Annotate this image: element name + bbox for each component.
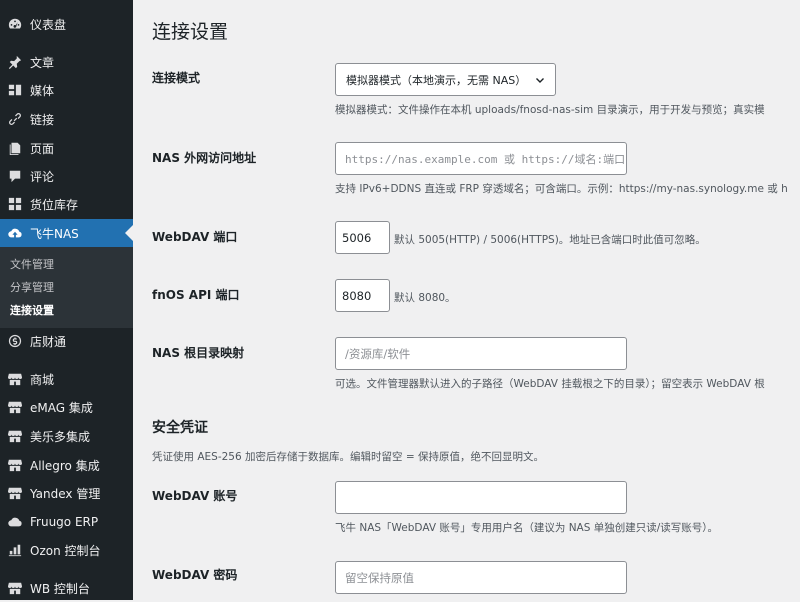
sidebar-item-shop[interactable]: 商城 bbox=[0, 365, 133, 393]
sidebar-item-posts[interactable]: 文章 bbox=[0, 48, 133, 76]
sidebar-item-label: WB 控制台 bbox=[30, 581, 90, 596]
sidebar-item-label: Fruugo ERP bbox=[30, 515, 99, 529]
api-port-label: fnOS API 端口 bbox=[152, 288, 240, 302]
admin-sidebar: 仪表盘 文章 媒体 链接 页面 评论 货位库存 飞牛NAS 文件管理 分享管理 … bbox=[0, 0, 133, 600]
connection-mode-select[interactable]: 模拟器模式（本地演示，无需 NAS） bbox=[335, 63, 556, 96]
sidebar-item-emag[interactable]: eMAG 集成 bbox=[0, 393, 133, 421]
root-map-placeholder: /资源库/软件 bbox=[345, 346, 411, 361]
sidebar-item-pages[interactable]: 页面 bbox=[0, 134, 133, 162]
chart-icon bbox=[8, 543, 22, 557]
store-icon bbox=[8, 458, 22, 472]
webdav-port-input[interactable]: 5006 bbox=[335, 221, 390, 254]
security-section-title: 安全凭证 bbox=[152, 420, 208, 436]
sidebar-item-label: eMAG 集成 bbox=[30, 400, 93, 415]
webdav-account-input[interactable] bbox=[335, 481, 627, 514]
root-map-label: NAS 根目录映射 bbox=[152, 346, 245, 360]
sidebar-item-label: Yandex 管理 bbox=[30, 486, 101, 501]
sidebar-item-wb[interactable]: WB 控制台 bbox=[0, 574, 133, 602]
store-icon bbox=[8, 581, 22, 595]
submenu-share-manager[interactable]: 分享管理 bbox=[10, 281, 54, 295]
sidebar-item-label: 商城 bbox=[30, 372, 55, 387]
dollar-icon bbox=[8, 334, 22, 348]
nas-url-description: 支持 IPv6+DDNS 直连或 FRP 穿透域名；可含端口。示例：https:… bbox=[335, 183, 788, 195]
sidebar-item-label: 飞牛NAS bbox=[30, 226, 79, 241]
mode-label: 连接模式 bbox=[152, 71, 201, 85]
nas-url-label: NAS 外网访问地址 bbox=[152, 151, 257, 165]
webdav-port-note: 默认 5005(HTTP) / 5006(HTTPS)。地址已含端口时此值可忽略… bbox=[394, 234, 706, 246]
sidebar-item-comments[interactable]: 评论 bbox=[0, 162, 133, 190]
api-port-value: 8080 bbox=[342, 288, 372, 303]
grid-icon bbox=[8, 197, 22, 211]
comment-icon bbox=[8, 169, 22, 183]
api-port-input[interactable]: 8080 bbox=[335, 279, 390, 312]
mode-description: 模拟器模式：文件操作在本机 uploads/fnosd-nas-sim 目录演示… bbox=[335, 104, 765, 116]
sidebar-item-label: 文章 bbox=[30, 55, 55, 70]
link-icon bbox=[8, 112, 22, 126]
nas-submenu: 文件管理 分享管理 连接设置 bbox=[0, 247, 133, 328]
sidebar-item-label: 媒体 bbox=[30, 83, 55, 98]
api-port-note: 默认 8080。 bbox=[394, 292, 456, 304]
sidebar-item-yandex[interactable]: Yandex 管理 bbox=[0, 479, 133, 507]
store-icon bbox=[8, 400, 22, 414]
sidebar-item-allegro[interactable]: Allegro 集成 bbox=[0, 451, 133, 479]
sidebar-item-dian-cai-tong[interactable]: 店财通 bbox=[0, 327, 133, 355]
root-map-input[interactable]: /资源库/软件 bbox=[335, 337, 627, 370]
store-icon bbox=[8, 429, 22, 443]
submenu-connection-settings[interactable]: 连接设置 bbox=[10, 304, 54, 318]
store-icon bbox=[8, 372, 22, 386]
webdav-password-input[interactable]: 留空保持原值 bbox=[335, 561, 627, 594]
webdav-password-label: WebDAV 密码 bbox=[152, 568, 238, 582]
webdav-account-label: WebDAV 账号 bbox=[152, 489, 238, 503]
nas-url-placeholder: https://nas.example.com 或 https://域名:端口 bbox=[345, 152, 626, 166]
submenu-file-manager[interactable]: 文件管理 bbox=[10, 258, 54, 272]
webdav-password-placeholder: 留空保持原值 bbox=[345, 570, 414, 585]
cloud-icon bbox=[8, 515, 22, 529]
sidebar-item-label: 评论 bbox=[30, 169, 55, 184]
sidebar-item-dashboard[interactable]: 仪表盘 bbox=[0, 10, 133, 38]
sidebar-item-media[interactable]: 媒体 bbox=[0, 76, 133, 104]
chevron-down-icon bbox=[536, 77, 544, 83]
sidebar-item-fruugo[interactable]: Fruugo ERP bbox=[0, 508, 133, 536]
security-section-description: 凭证使用 AES-256 加密后存储于数据库。编辑时留空 = 保持原值，绝不回显… bbox=[152, 451, 544, 463]
sidebar-item-ozon[interactable]: Ozon 控制台 bbox=[0, 536, 133, 564]
settings-content: 连接设置 连接模式 模拟器模式（本地演示，无需 NAS） 模拟器模式：文件操作在… bbox=[133, 0, 800, 600]
sidebar-item-feiniu-nas[interactable]: 飞牛NAS bbox=[0, 219, 133, 247]
sidebar-item-label: 链接 bbox=[30, 112, 55, 127]
root-map-description: 可选。文件管理器默认进入的子路径（WebDAV 挂载根之下的目录）；留空表示 W… bbox=[335, 378, 765, 390]
store-icon bbox=[8, 486, 22, 500]
sidebar-item-label: 页面 bbox=[30, 141, 55, 156]
sidebar-item-inventory[interactable]: 货位库存 bbox=[0, 190, 133, 218]
page-title: 连接设置 bbox=[152, 21, 229, 43]
cloud-upload-icon bbox=[8, 226, 22, 240]
sidebar-item-label: Allegro 集成 bbox=[30, 458, 100, 473]
active-indicator-arrow bbox=[125, 225, 133, 241]
sidebar-item-label: 仪表盘 bbox=[30, 17, 67, 32]
webdav-port-value: 5006 bbox=[342, 230, 372, 245]
webdav-port-label: WebDAV 端口 bbox=[152, 230, 238, 244]
nas-url-input[interactable]: https://nas.example.com 或 https://域名:端口 bbox=[335, 142, 627, 175]
sidebar-item-meileduo[interactable]: 美乐多集成 bbox=[0, 422, 133, 450]
connection-mode-value: 模拟器模式（本地演示，无需 NAS） bbox=[346, 73, 527, 87]
sidebar-item-label: 货位库存 bbox=[30, 197, 79, 212]
webdav-account-description: 飞牛 NAS「WebDAV 账号」专用用户名（建议为 NAS 单独创建只读/读写… bbox=[335, 522, 719, 534]
sidebar-item-label: 店财通 bbox=[30, 334, 67, 349]
media-icon bbox=[8, 83, 22, 97]
dashboard-icon bbox=[8, 17, 22, 31]
sidebar-item-links[interactable]: 链接 bbox=[0, 105, 133, 133]
sidebar-item-label: Ozon 控制台 bbox=[30, 543, 101, 558]
pin-icon bbox=[8, 55, 22, 69]
page-icon bbox=[8, 141, 22, 155]
sidebar-item-label: 美乐多集成 bbox=[30, 429, 91, 444]
